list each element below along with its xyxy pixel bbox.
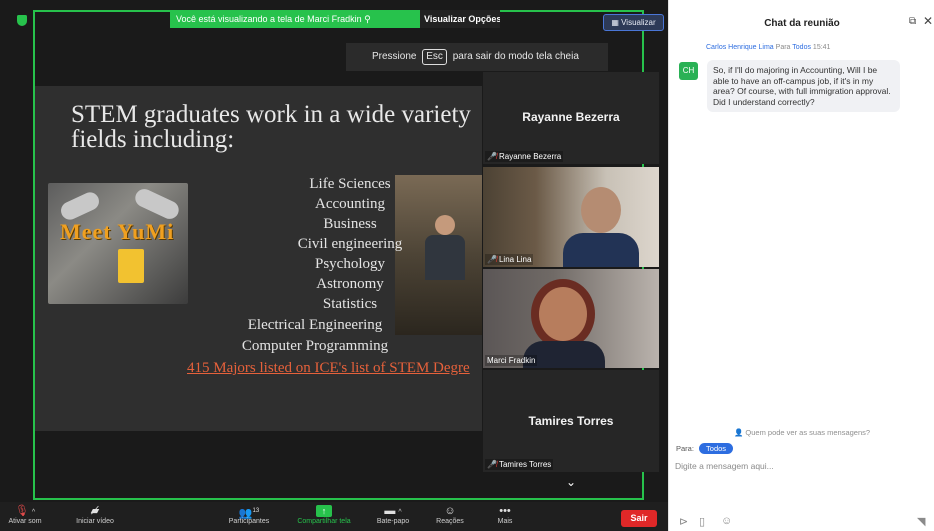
recipient-dropdown[interactable]: Todos [699, 443, 734, 454]
reactions-icon: ☺ [444, 505, 456, 517]
share-screen-button[interactable]: ↑ Compartilhar tela [290, 504, 358, 525]
video-camera-off-icon: ▰̸ [90, 505, 100, 517]
major-item: Life Sciences [309, 176, 391, 192]
view-grid-icon: ▦ [611, 18, 622, 27]
major-item: Computer Programming [241, 338, 389, 354]
message-meta: Carlos Henrique Lima Para Todos 15:41 [706, 44, 830, 51]
recipient-label: Para: [676, 444, 694, 453]
major-item: Electrical Engineering [247, 317, 383, 333]
reactions-button[interactable]: ☺ Reações [430, 504, 470, 525]
send-icon[interactable]: ◥ [917, 515, 925, 528]
slide-title-line1: STEM graduates work in a wide variety [71, 101, 471, 128]
chat-title: Chat da reunião [764, 18, 840, 29]
major-item: Statistics [322, 296, 378, 312]
major-item: Business [323, 216, 377, 232]
fullscreen-exit-hint: Pressione Esc para sair do modo tela che… [346, 43, 608, 71]
participants-button[interactable]: 👥13 Participantes [225, 504, 273, 525]
recipient-row: Para: Todos [676, 443, 734, 454]
people-icon: 👤 [733, 428, 746, 437]
major-item: Psychology [314, 256, 385, 272]
close-icon[interactable]: ✕ [923, 14, 933, 28]
chat-message: So, if I'll do majoring in Accounting, W… [707, 60, 900, 112]
avatar: CH [679, 62, 698, 80]
pin-icon: ⚲ [364, 14, 371, 24]
participant-video-face [539, 287, 587, 341]
message-to-target: Todos [792, 44, 811, 51]
yumi-robot-image: Meet YuMi [48, 183, 188, 304]
participant-tile[interactable]: Tamires Torres 🎤̸ Tamires Torres [483, 370, 659, 472]
participant-label: 🎤̸ Tamires Torres [485, 459, 554, 470]
ice-stem-list-link[interactable]: 415 Majors listed on ICE's list of STEM … [187, 360, 470, 377]
mic-muted-icon: 🎤̸ [487, 255, 497, 264]
message-time: 15:41 [812, 44, 831, 51]
view-button-label: Visualizar [621, 18, 656, 27]
participant-tile[interactable]: Marci Fradkin [483, 269, 659, 368]
file-icon[interactable]: ▯ [699, 515, 705, 528]
chat-button[interactable]: ▬ ^ Bate-papo [372, 504, 414, 525]
participant-gallery: Rayanne Bezerra 🎤̸ Rayanne Bezerra 🎤̸ Lina… [483, 72, 659, 472]
message-sender: Carlos Henrique Lima [706, 44, 774, 51]
message-to-label: Para [775, 44, 791, 51]
participant-tile[interactable]: 🎤̸ Lina Lina [483, 167, 659, 267]
esc-key: Esc [422, 49, 447, 65]
security-shield-icon[interactable] [17, 15, 27, 26]
more-icon: ••• [499, 505, 511, 517]
emoji-icon[interactable]: ☺ [721, 515, 732, 527]
esc-hint-suffix: para sair do modo tela cheia [452, 51, 579, 62]
message-privacy-link[interactable]: 👤 Quem pode ver as suas mensagens? [669, 428, 934, 437]
mic-muted-icon: 🎤̸ [487, 152, 497, 161]
participant-display-name: Tamires Torres [528, 414, 614, 428]
meeting-view: Você está visualizando a tela de Marci F… [0, 0, 668, 531]
participant-label: Marci Fradkin [485, 355, 538, 366]
participant-display-name: Rayanne Bezerra [522, 110, 620, 124]
participant-video-face [581, 187, 621, 233]
meeting-toolbar: 🎙 ^ Ativar som ▰̸ Iniciar vídeo 👥13 Part… [0, 502, 668, 531]
view-button[interactable]: ▦ Visualizar [603, 14, 664, 31]
format-text-icon[interactable]: ⊳ [679, 515, 688, 528]
major-item: Astronomy [316, 276, 384, 292]
participants-icon: 👥13 [238, 507, 260, 520]
major-item: Civil engineering [297, 236, 403, 252]
yumi-image-text: Meet YuMi [60, 219, 175, 244]
popout-icon[interactable]: ⧉ [909, 16, 916, 27]
share-banner-text: Você está visualizando a tela de Marci F… [176, 14, 362, 24]
esc-hint-prefix: Pressione [372, 51, 417, 62]
participant-tile[interactable]: Rayanne Bezerra 🎤̸ Rayanne Bezerra [483, 72, 659, 164]
participant-video-body [563, 233, 639, 267]
major-item: Accounting [315, 196, 385, 212]
view-options-menu[interactable]: Visualizar Opções [420, 10, 500, 28]
message-input[interactable] [675, 458, 925, 474]
share-screen-icon: ↑ [316, 505, 332, 517]
microphone-muted-icon: 🎙 ^ [14, 505, 36, 517]
unmute-button[interactable]: 🎙 ^ Ativar som [6, 504, 44, 525]
mic-muted-icon: 🎤̸ [487, 460, 497, 469]
chat-bubble-icon: ▬ ^ [384, 505, 402, 517]
chat-panel: Chat da reunião ⧉ ✕ Carlos Henrique Lima… [668, 0, 934, 531]
shared-slide: STEM graduates work in a wide variety fi… [35, 86, 482, 431]
more-button[interactable]: ••• Mais [490, 504, 520, 525]
leave-button[interactable]: Sair [621, 510, 657, 527]
participant-label: 🎤̸ Lina Lina [485, 254, 534, 265]
screen-share-banner: Você está visualizando a tela de Marci F… [170, 10, 420, 28]
start-video-button[interactable]: ▰̸ Iniciar vídeo [74, 504, 116, 525]
participant-label: 🎤̸ Rayanne Bezerra [485, 151, 564, 162]
slide-title-line2: fields including: [71, 126, 235, 153]
chevron-down-icon[interactable]: ⌄ [483, 473, 659, 491]
